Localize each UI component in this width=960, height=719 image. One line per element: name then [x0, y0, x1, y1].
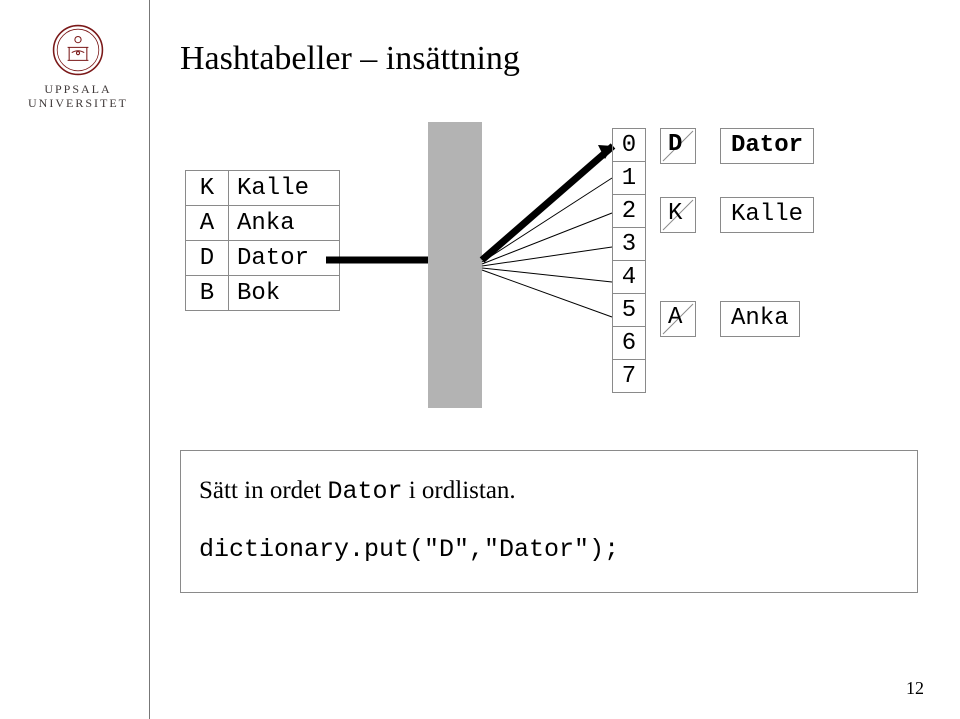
hash-index-0: 0 — [613, 129, 646, 162]
university-name-1: UPPSALA — [28, 82, 128, 96]
hash-function-box — [428, 122, 482, 408]
caption-mono: Dator — [327, 477, 402, 506]
pair-value: Kalle — [229, 171, 340, 206]
bucket-0-key: D — [668, 131, 682, 158]
hash-index-2: 2 — [613, 195, 646, 228]
caption-text: i ordlistan. — [402, 477, 515, 504]
pair-key: B — [186, 276, 229, 311]
caption-text: Sätt in ordet — [199, 477, 327, 504]
hash-index-1: 1 — [613, 162, 646, 195]
bucket-2-value: Kalle — [720, 197, 814, 233]
university-logo: UPPSALA UNIVERSITET — [28, 24, 128, 110]
hash-index-5: 5 — [613, 294, 646, 327]
input-pairs-table: KKalle AAnka DDator BBok — [185, 170, 340, 311]
slide: UPPSALA UNIVERSITET Hashtabeller – insät… — [0, 0, 960, 719]
table-row: BBok — [186, 276, 340, 311]
table-row: DDator — [186, 241, 340, 276]
pair-value: Bok — [229, 276, 340, 311]
hash-index-3: 3 — [613, 228, 646, 261]
bucket-5-value: Anka — [720, 301, 800, 337]
caption-line-1: Sätt in ordet Dator i ordlistan. — [199, 471, 899, 512]
table-row: KKalle — [186, 171, 340, 206]
left-sidebar: UPPSALA UNIVERSITET — [0, 0, 150, 719]
bucket-5-key: A — [668, 304, 682, 331]
bucket-0-value: Dator — [720, 128, 814, 164]
pair-value: Anka — [229, 206, 340, 241]
pair-key: A — [186, 206, 229, 241]
hash-index-7: 7 — [613, 360, 646, 393]
caption-box: Sätt in ordet Dator i ordlistan. diction… — [180, 450, 918, 593]
university-name-2: UNIVERSITET — [28, 96, 128, 110]
bucket-2-key: K — [668, 200, 682, 227]
pair-value: Dator — [229, 241, 340, 276]
pair-key: D — [186, 241, 229, 276]
slide-title: Hashtabeller – insättning — [180, 40, 520, 78]
caption-code: dictionary.put("D","Dator"); — [199, 530, 899, 570]
hash-index-6: 6 — [613, 327, 646, 360]
hash-index-column: 0 1 2 3 4 5 6 7 — [612, 128, 646, 393]
pair-key: K — [186, 171, 229, 206]
page-number: 12 — [906, 678, 924, 699]
hash-index-4: 4 — [613, 261, 646, 294]
table-row: AAnka — [186, 206, 340, 241]
seal-icon — [52, 24, 104, 76]
